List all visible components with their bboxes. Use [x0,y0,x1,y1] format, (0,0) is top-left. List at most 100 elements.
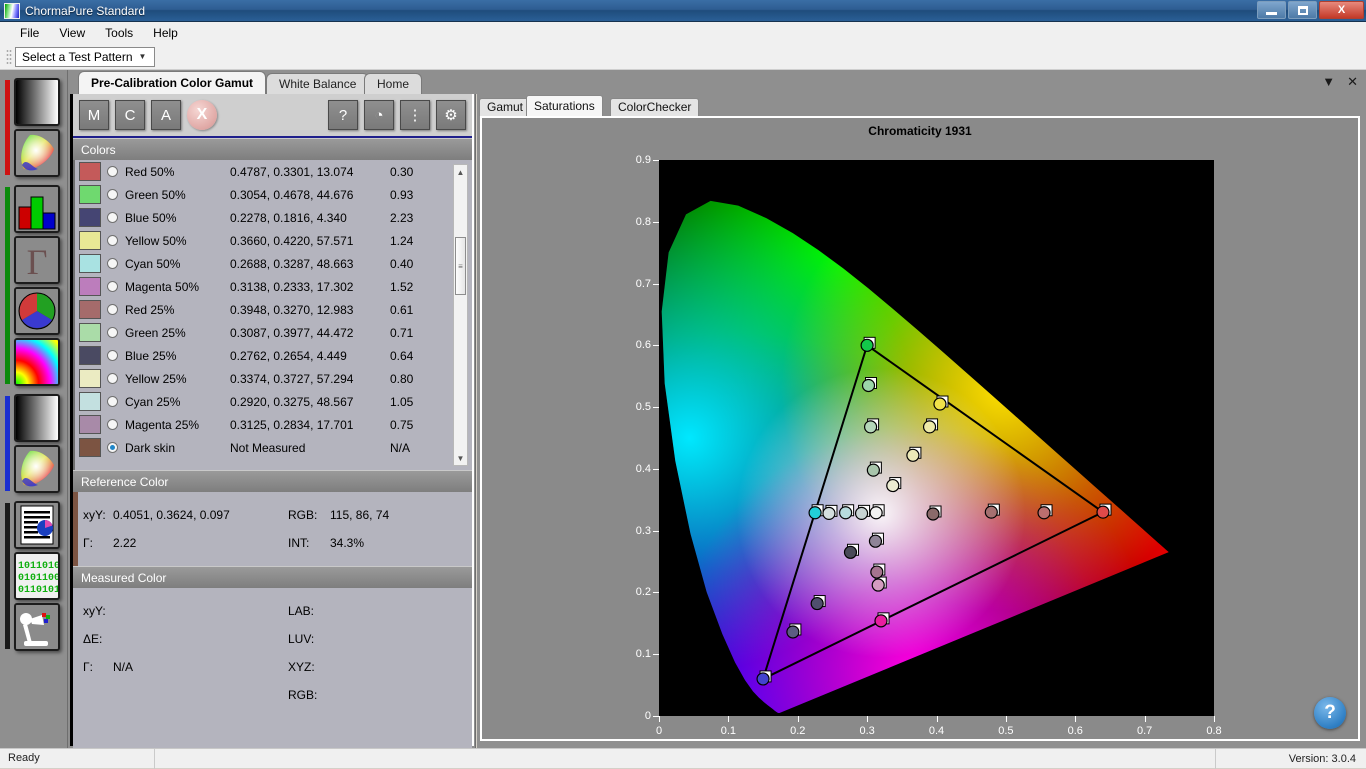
scroll-down-icon[interactable]: ▼ [454,451,467,465]
tab-white-balance[interactable]: White Balance [266,73,369,94]
reference-color-block: xyY: 0.4051, 0.3624, 0.097 RGB: 115, 86,… [73,492,472,566]
menu-item-help[interactable]: Help [143,24,188,42]
color-radio[interactable] [107,419,118,430]
reference-gamma-row: Γ: 2.22 INT: 34.3% [73,529,472,557]
y-tick-label: 0.1 [636,648,651,660]
scrollbar-thumb[interactable]: ≡ [455,237,466,295]
x-tick-label: 0.3 [859,725,874,737]
binary-data-icon[interactable]: 101101001011000110101 [14,552,60,600]
x-tick-label: 0.2 [790,725,805,737]
color-list-row[interactable]: Yellow 50%0.3660, 0.4220, 57.5711.24 [75,229,472,252]
menu-item-file[interactable]: File [10,24,49,42]
left-icon-rail: Γ 101101001011000110101 [0,70,68,748]
color-gamut-icon[interactable] [14,129,60,177]
color-delta-e: 0.30 [390,165,446,179]
rgb-bars-icon[interactable] [14,185,60,233]
window-titlebar: ChormaPure Standard X [0,0,1366,22]
tab-pre-calibration-color-gamut[interactable]: Pre-Calibration Color Gamut [78,71,266,94]
panel-close-icon[interactable]: ✕ [1347,74,1358,90]
color-list-row[interactable]: Dark skinNot MeasuredN/A [75,436,472,459]
color-radio[interactable] [107,281,118,292]
color-radio[interactable] [107,212,118,223]
color-wheel-icon[interactable] [14,287,60,335]
maximize-button[interactable] [1288,1,1317,19]
colors-list[interactable]: Red 50%0.4787, 0.3301, 13.0740.30Green 5… [73,160,472,470]
color-radio[interactable] [107,373,118,384]
measured-gamma-row: Γ: N/A XYZ: [73,653,472,681]
color-delta-e: N/A [390,441,446,455]
color-list-row[interactable]: Cyan 25%0.2920, 0.3275, 48.5671.05 [75,390,472,413]
color-swatch [79,162,101,181]
continuous-button[interactable]: C [115,100,145,130]
y-tick-label: 0.5 [636,401,651,413]
color-list-row[interactable]: Red 25%0.3948, 0.3270, 12.9830.61 [75,298,472,321]
color-radio[interactable] [107,327,118,338]
color-list-row[interactable]: Cyan 50%0.2688, 0.3287, 48.6630.40 [75,252,472,275]
auto-button[interactable]: A [151,100,181,130]
color-list-row[interactable]: Green 25%0.3087, 0.3977, 44.4720.71 [75,321,472,344]
color-radio[interactable] [107,258,118,269]
color-radio[interactable] [107,442,118,453]
color-swatch [79,300,101,319]
measure-button[interactable]: M [79,100,109,130]
y-tick-mark [653,284,659,285]
colors-list-scrollbar[interactable]: ▲ ≡ ▼ [453,164,468,466]
grayscale-ramp-icon[interactable] [14,78,60,126]
measured-color-header: Measured Color [73,566,472,588]
color-list-row[interactable]: Blue 25%0.2762, 0.2654, 4.4490.64 [75,344,472,367]
scroll-up-icon[interactable]: ▲ [454,165,467,179]
color-list-row[interactable]: Blue 50%0.2278, 0.1816, 4.3402.23 [75,206,472,229]
measured-xyy-row: xyY: LAB: [73,597,472,625]
report-icon[interactable] [14,501,60,549]
color-list-row[interactable]: Magenta 50%0.3138, 0.2333, 17.3021.52 [75,275,472,298]
test-pattern-combo[interactable]: Select a Test Pattern ▼ [15,47,155,67]
color-name: Magenta 25% [125,418,230,432]
close-button[interactable]: X [1319,1,1364,19]
main-tab-row: Pre-Calibration Color Gamut White Balanc… [68,70,1366,94]
gamma-icon[interactable]: Γ [14,236,60,284]
more-options-icon[interactable]: ⋮ [400,100,430,130]
subtab-colorchecker[interactable]: ColorChecker [610,98,699,116]
help-icon[interactable]: ? [328,100,358,130]
color-swatch [79,231,101,250]
chart-sub-tabs: Gamut Saturations ColorChecker [479,94,1366,116]
y-tick-label: 0.3 [636,525,651,537]
color-radio[interactable] [107,189,118,200]
chart-help-icon[interactable]: ? [1314,697,1346,729]
calibration-probe-icon[interactable] [14,603,60,651]
measured-xyy-label: xyY: [73,604,113,618]
color-list-row[interactable]: Yellow 25%0.3374, 0.3727, 57.2940.80 [75,367,472,390]
color-field-icon[interactable] [14,338,60,386]
menu-item-view[interactable]: View [49,24,95,42]
toolbar-grip-icon[interactable] [6,49,12,65]
color-radio[interactable] [107,235,118,246]
tab-home[interactable]: Home [364,73,422,94]
chromaticity-plot[interactable]: 00.10.20.30.40.50.60.70.80.900.10.20.30.… [659,160,1214,716]
color-gamut-icon[interactable] [14,445,60,493]
color-list-row[interactable]: Red 50%0.4787, 0.3301, 13.0740.30 [75,160,472,183]
menu-item-tools[interactable]: Tools [95,24,143,42]
settings-gear-icon[interactable]: ⚙ [436,100,466,130]
color-list-row[interactable]: Magenta 25%0.3125, 0.2834, 17.7010.75 [75,413,472,436]
chevron-down-icon: ▼ [133,52,153,61]
grayscale-ramp-icon[interactable] [14,394,60,442]
color-radio[interactable] [107,304,118,315]
x-tick-label: 0.7 [1137,725,1152,737]
panel-dropdown-icon[interactable]: ▼ [1322,74,1335,90]
minimize-button[interactable] [1257,1,1286,19]
reference-rgb-label: RGB: [288,508,330,522]
subtab-gamut[interactable]: Gamut [479,98,531,116]
reference-xyy-label: xyY: [73,508,113,522]
toolbar-strip: Select a Test Pattern ▼ [0,44,1366,70]
color-swatch [79,438,101,457]
subtab-saturations[interactable]: Saturations [526,95,603,116]
color-list-row[interactable]: Green 50%0.3054, 0.4678, 44.6760.93 [75,183,472,206]
x-tick-label: 0.5 [998,725,1013,737]
color-radio[interactable] [107,166,118,177]
timer-icon[interactable]: ◔ [364,100,394,130]
x-tick-label: 0 [656,725,662,737]
stop-button[interactable]: X [187,100,217,130]
color-radio[interactable] [107,396,118,407]
color-name: Dark skin [125,441,230,455]
color-radio[interactable] [107,350,118,361]
